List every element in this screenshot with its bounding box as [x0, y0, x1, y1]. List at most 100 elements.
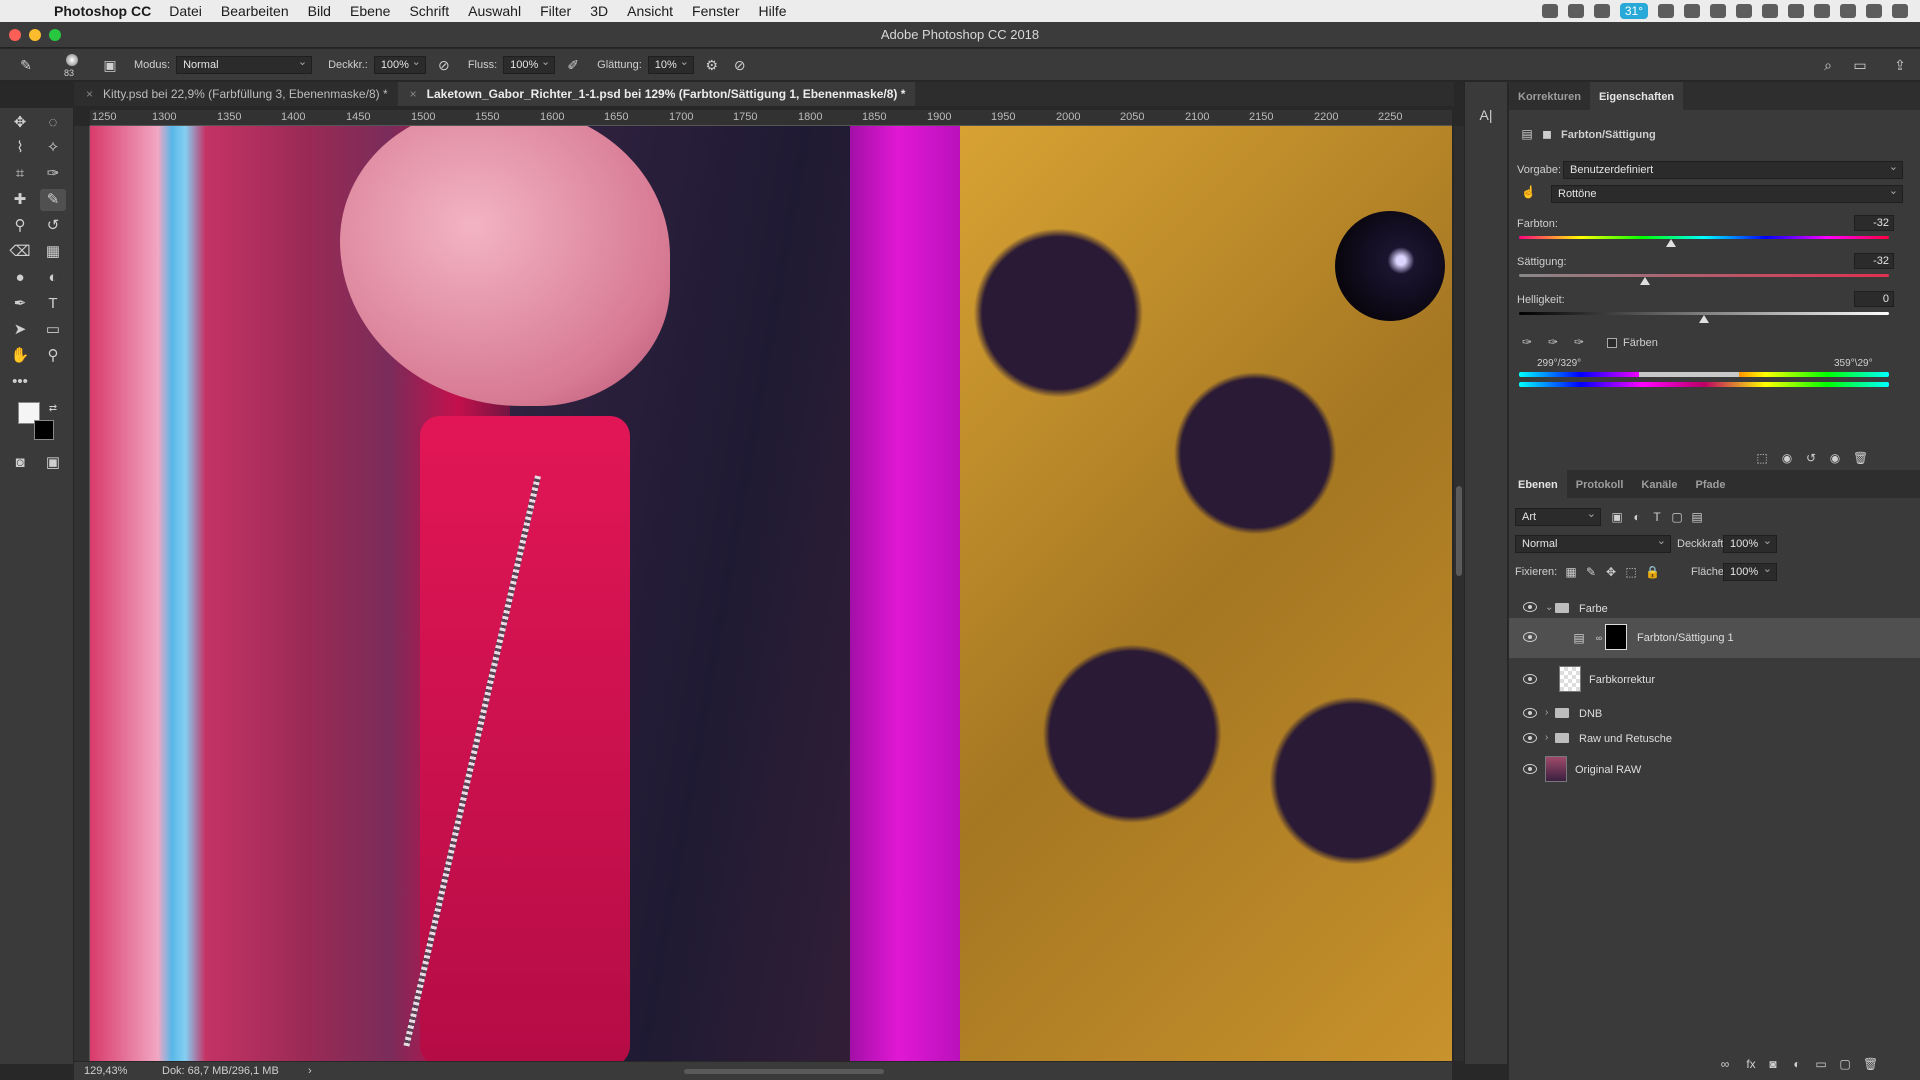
display-icon[interactable]	[1710, 4, 1726, 18]
pen-tool-icon[interactable]: ✒	[7, 293, 33, 315]
lightness-value[interactable]: 0	[1854, 291, 1894, 307]
lock-transparency-icon[interactable]: ▦	[1565, 566, 1577, 578]
horizontal-scrollbar[interactable]	[684, 1069, 884, 1074]
link-icon[interactable]: ∞	[1593, 632, 1605, 644]
filter-adjustment-icon[interactable]: ◐	[1631, 511, 1643, 523]
link-layers-icon[interactable]: ∞	[1719, 1058, 1731, 1070]
menu-image[interactable]: Bild	[308, 3, 331, 19]
filter-smart-object-icon[interactable]: ▤	[1691, 511, 1703, 523]
menu-3d[interactable]: 3D	[590, 3, 608, 19]
brush-preset-picker[interactable]: 83	[60, 52, 84, 78]
new-adjustment-icon[interactable]: ◐	[1791, 1058, 1803, 1070]
brush-tool-icon-selected[interactable]: ✎	[40, 189, 66, 211]
layer-mask-thumbnail[interactable]	[1605, 624, 1627, 650]
zoom-tool-icon[interactable]: ⚲	[40, 345, 66, 367]
smoothing-dropdown[interactable]: 10%	[647, 55, 694, 74]
layer-group-raw-retusche[interactable]: › Raw und Retusche	[1509, 727, 1920, 751]
notification-center-icon[interactable]	[1892, 4, 1908, 18]
targeted-adjustment-hand-icon[interactable]: ☝	[1521, 186, 1536, 198]
dodge-tool-icon[interactable]: ◐	[40, 267, 66, 289]
chevron-right-icon[interactable]: ›	[1545, 732, 1548, 743]
airbrush-icon[interactable]: ✐	[565, 57, 581, 73]
eye-icon[interactable]	[1523, 708, 1537, 718]
background-color-swatch[interactable]	[34, 420, 54, 440]
notes-icon[interactable]	[1567, 4, 1584, 18]
path-select-icon[interactable]: ➤	[7, 319, 33, 341]
pressure-opacity-icon[interactable]: ⊘	[436, 57, 452, 73]
menu-filter[interactable]: Filter	[540, 3, 571, 19]
hue-value[interactable]: -32	[1854, 215, 1894, 231]
eyedropper-tool-icon[interactable]: ✑	[40, 163, 66, 185]
mask-icon[interactable]: ◼	[1541, 128, 1553, 140]
range-dropdown[interactable]: Rottöne	[1551, 184, 1903, 203]
hue-slider-thumb[interactable]	[1665, 239, 1676, 247]
character-panel-icon[interactable]: A|	[1473, 104, 1499, 126]
saturation-slider-thumb[interactable]	[1639, 277, 1650, 285]
tab-paths[interactable]: Pfade	[1686, 470, 1734, 498]
swap-colors-icon[interactable]: ⇄	[40, 398, 66, 420]
chevron-down-icon[interactable]: ⌄	[1545, 602, 1553, 613]
search-icon[interactable]: ⌕	[1820, 57, 1836, 73]
menu-app-name[interactable]: Photoshop CC	[54, 3, 151, 19]
filter-shape-icon[interactable]: ▢	[1671, 511, 1683, 523]
crop-tool-icon[interactable]: ⌗	[7, 163, 33, 185]
clone-stamp-icon[interactable]: ⚲	[7, 215, 33, 237]
gear-icon[interactable]: ⚙	[704, 57, 720, 73]
eyedropper-plus-icon[interactable]: ✑	[1547, 336, 1559, 348]
eyedropper-icon[interactable]: ✑	[1521, 336, 1533, 348]
scrollbar-thumb[interactable]	[1456, 486, 1462, 576]
layer-filter-dropdown[interactable]: Art	[1515, 507, 1601, 526]
menu-view[interactable]: Ansicht	[627, 3, 673, 19]
siri-icon[interactable]	[1866, 4, 1882, 18]
lock-position-icon[interactable]: ✥	[1605, 566, 1617, 578]
filter-pixel-icon[interactable]: ▣	[1611, 511, 1623, 523]
saturation-value[interactable]: -32	[1854, 253, 1894, 269]
more-tools-icon[interactable]: •••	[7, 371, 33, 393]
blur-tool-icon[interactable]: ●	[7, 267, 33, 289]
pressure-size-icon[interactable]: ⊘	[732, 57, 748, 73]
clip-to-layer-icon[interactable]: ⬚	[1756, 452, 1768, 464]
new-group-icon[interactable]: ▭	[1815, 1058, 1827, 1070]
document-canvas[interactable]	[90, 126, 1452, 1061]
music-icon[interactable]	[1658, 4, 1674, 18]
opacity-dropdown[interactable]: 100%	[373, 55, 426, 74]
history-brush-icon[interactable]: ↺	[40, 215, 66, 237]
trash-icon[interactable]: 🗑	[1853, 452, 1868, 464]
wifi-icon[interactable]	[1762, 4, 1778, 18]
quick-mask-icon[interactable]: ◙	[7, 452, 33, 474]
close-tab-icon[interactable]: ×	[410, 87, 417, 101]
tab-laketown[interactable]: × Laketown_Gabor_Richter_1-1.psd bei 129%…	[397, 82, 916, 106]
brush-panel-icon[interactable]: ▣	[102, 57, 118, 73]
fx-icon[interactable]: fx	[1745, 1058, 1757, 1070]
menu-edit[interactable]: Bearbeiten	[221, 3, 289, 19]
colorize-checkbox[interactable]	[1607, 338, 1617, 348]
lasso-tool-icon[interactable]: ⌇	[7, 137, 33, 159]
quick-select-tool-icon[interactable]: ✧	[40, 137, 66, 159]
tab-kitty[interactable]: × Kitty.psd bei 22,9% (Farbfüllung 3, Ebe…	[74, 82, 398, 106]
layer-group-dnb[interactable]: › DNB	[1509, 702, 1920, 726]
lock-pixels-icon[interactable]: ✎	[1585, 566, 1597, 578]
visibility-icon[interactable]: ◉	[1829, 452, 1841, 464]
menu-window[interactable]: Fenster	[692, 3, 739, 19]
brush-tool-icon[interactable]: ✎	[18, 57, 34, 73]
reset-icon[interactable]: ↺	[1805, 452, 1817, 464]
menu-layer[interactable]: Ebene	[350, 3, 390, 19]
tab-properties[interactable]: Eigenschaften	[1589, 82, 1684, 110]
menu-select[interactable]: Auswahl	[468, 3, 521, 19]
status-menu-arrow[interactable]: ›	[308, 1065, 312, 1077]
filter-type-icon[interactable]: T	[1651, 511, 1663, 523]
new-layer-icon[interactable]: ▢	[1839, 1058, 1851, 1070]
delete-layer-icon[interactable]: 🗑	[1863, 1058, 1878, 1070]
eye-icon[interactable]	[1523, 764, 1537, 774]
move-tool-icon[interactable]: ✥	[7, 112, 33, 134]
eye-icon[interactable]	[1523, 632, 1537, 642]
close-tab-icon[interactable]: ×	[86, 87, 93, 101]
eye-icon[interactable]	[1523, 602, 1537, 612]
gradient-tool-icon[interactable]: ▦	[40, 241, 66, 263]
canvas-vertical-scrollbar[interactable]	[1454, 126, 1464, 1061]
layer-farbkorrektur[interactable]: Farbkorrektur	[1509, 658, 1920, 700]
tab-channels[interactable]: Kanäle	[1632, 470, 1686, 498]
hand-tool-icon[interactable]: ✋	[7, 345, 33, 367]
layer-original-raw[interactable]: Original RAW	[1509, 752, 1920, 786]
menu-type[interactable]: Schrift	[409, 3, 449, 19]
